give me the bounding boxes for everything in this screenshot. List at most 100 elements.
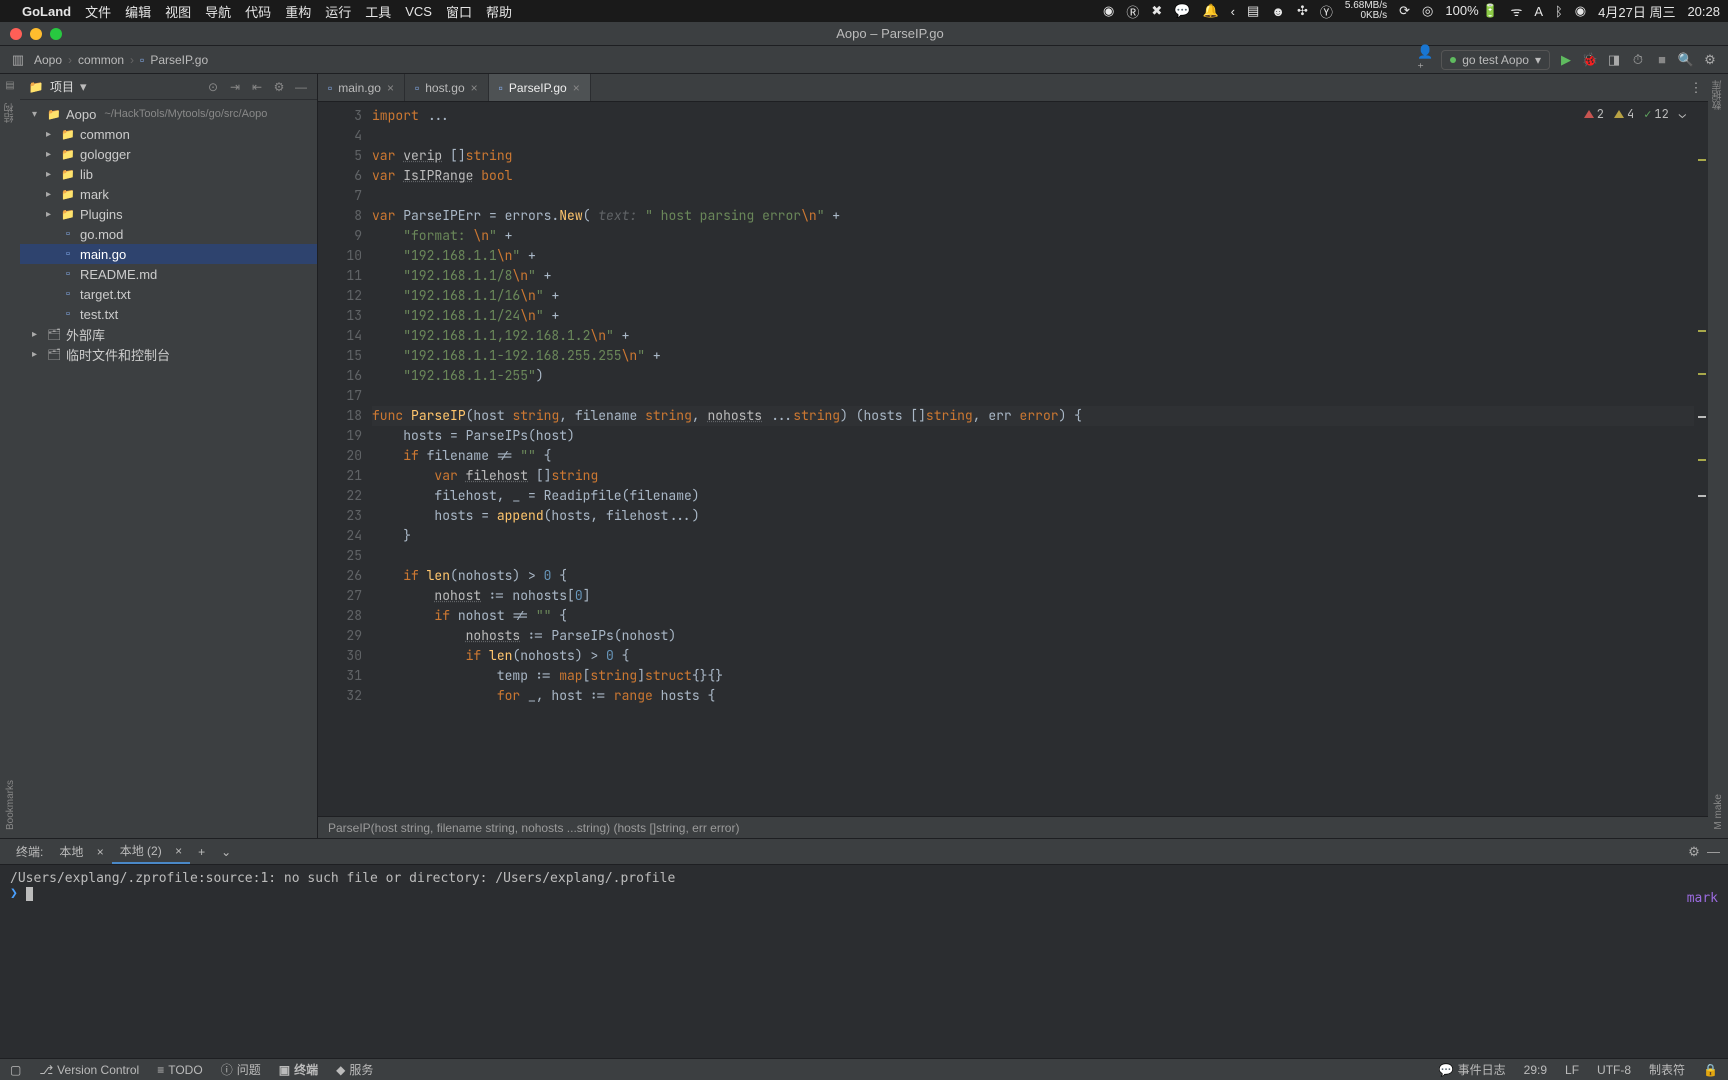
tree-item-mark[interactable]: ▸📁mark xyxy=(20,184,317,204)
code-line[interactable]: if filename != "" { xyxy=(372,446,1694,466)
status-terminal[interactable]: ▣ 终端 xyxy=(279,1061,318,1078)
status-readonly-icon[interactable]: 🔒 xyxy=(1703,1063,1718,1077)
code-line[interactable]: func ParseIP(host string, filename strin… xyxy=(372,406,1694,426)
editor-tab-main.go[interactable]: ▫main.go× xyxy=(318,74,405,101)
status-indent[interactable]: 制表符 xyxy=(1649,1061,1685,1078)
crumb-root[interactable]: Aopo xyxy=(34,53,62,67)
toolwindow-quick-access-icon[interactable]: ▢ xyxy=(10,1063,21,1077)
menu-help[interactable]: 帮助 xyxy=(486,2,512,21)
code-line[interactable] xyxy=(372,126,1694,146)
search-everywhere-icon[interactable]: 🔍 xyxy=(1678,52,1694,68)
collapse-icon[interactable]: ⇤ xyxy=(249,80,265,94)
location-icon[interactable]: ◎ xyxy=(1422,3,1433,19)
tree-item-target.txt[interactable]: ▫target.txt xyxy=(20,284,317,304)
database-stripe-button[interactable]: 数据库 xyxy=(1711,80,1726,110)
menubar-date[interactable]: 4月27日 周三 xyxy=(1598,2,1675,21)
menu-edit[interactable]: 编辑 xyxy=(125,2,151,21)
editor-tab-ParseIP.go[interactable]: ▫ParseIP.go× xyxy=(489,74,591,101)
code-line[interactable]: var IsIPRange bool xyxy=(372,166,1694,186)
code-line[interactable]: "format: \n" + xyxy=(372,226,1694,246)
profile-button[interactable]: ⏱ xyxy=(1630,52,1646,68)
status-services[interactable]: ◆ 服务 xyxy=(336,1061,373,1078)
add-user-icon[interactable]: 👤⁺ xyxy=(1417,52,1433,68)
tree-item-lib[interactable]: ▸📁lib xyxy=(20,164,317,184)
code-editor[interactable]: 2 4 ✓12 ⌄ 345678910111213141516171819202… xyxy=(318,102,1708,816)
code-line[interactable]: var filehost []string xyxy=(372,466,1694,486)
gutter[interactable]: 3456789101112131415161718192021222324252… xyxy=(318,102,372,816)
code-line[interactable] xyxy=(372,186,1694,206)
status-icon[interactable]: ☻ xyxy=(1271,4,1285,19)
menu-view[interactable]: 视图 xyxy=(165,2,191,21)
chevron-down-icon[interactable]: ▾ xyxy=(80,79,87,95)
battery[interactable]: 100% 🔋 xyxy=(1445,3,1498,19)
make-stripe-button[interactable]: M make xyxy=(1713,794,1724,830)
tabs-menu-icon[interactable]: ⋮ xyxy=(1684,74,1708,101)
settings-icon[interactable]: ⚙ xyxy=(1702,52,1718,68)
tab-close-icon[interactable]: × xyxy=(573,81,580,95)
code-line[interactable]: nohost := nohosts[0] xyxy=(372,586,1694,606)
window-minimize[interactable] xyxy=(30,28,42,40)
code-line[interactable]: "192.168.1.1/8\n" + xyxy=(372,266,1694,286)
terminal-settings-icon[interactable]: ⚙ xyxy=(1688,844,1700,860)
code-line[interactable]: "192.168.1.1,192.168.1.2\n" + xyxy=(372,326,1694,346)
code-content[interactable]: import ...var verip []stringvar IsIPRang… xyxy=(372,102,1694,816)
code-line[interactable]: hosts = append(hosts, filehost...) xyxy=(372,506,1694,526)
status-position[interactable]: 29:9 xyxy=(1524,1063,1547,1077)
terminal-tab-2[interactable]: 本地 (2) × xyxy=(112,839,190,864)
menu-tools[interactable]: 工具 xyxy=(365,2,391,21)
notify-icon[interactable]: 🔔 xyxy=(1202,3,1218,19)
tree-item-common[interactable]: ▸📁common xyxy=(20,124,317,144)
code-line[interactable]: "192.168.1.1\n" + xyxy=(372,246,1694,266)
close-icon[interactable]: × xyxy=(175,844,182,858)
menu-vcs[interactable]: VCS xyxy=(405,4,432,19)
menu-window[interactable]: 窗口 xyxy=(446,2,472,21)
bluetooth-icon[interactable]: ᛒ xyxy=(1555,4,1563,19)
expand-icon[interactable]: ⇥ xyxy=(227,80,243,94)
code-line[interactable]: for _, host := range hosts { xyxy=(372,686,1694,706)
tree-item-go.mod[interactable]: ▫go.mod xyxy=(20,224,317,244)
status-problems[interactable]: ⓘ 问题 xyxy=(221,1061,261,1078)
code-line[interactable] xyxy=(372,546,1694,566)
project-stripe-button[interactable]: ▤ xyxy=(5,80,14,91)
status-encoding[interactable]: UTF-8 xyxy=(1597,1063,1631,1077)
status-icon[interactable]: ✖ xyxy=(1151,3,1162,19)
code-line[interactable]: "192.168.1.1-255") xyxy=(372,366,1694,386)
terminal-dropdown[interactable]: ⌄ xyxy=(213,839,239,864)
bookmarks-stripe-button[interactable]: Bookmarks xyxy=(5,780,16,830)
window-maximize[interactable] xyxy=(50,28,62,40)
editor-breadcrumb[interactable]: ParseIP(host string, filename string, no… xyxy=(318,816,1708,838)
settings-icon[interactable]: ⚙ xyxy=(271,80,287,94)
menubar-time[interactable]: 20:28 xyxy=(1687,4,1720,19)
wifi-icon[interactable]: ᯤ xyxy=(1510,2,1522,20)
stage-icon[interactable]: ▤ xyxy=(1247,3,1259,19)
crumb-file[interactable]: ParseIP.go xyxy=(150,53,208,67)
run-configuration-selector[interactable]: go test Aopo ▾ xyxy=(1441,50,1550,70)
menu-run[interactable]: 运行 xyxy=(325,2,351,21)
code-line[interactable]: var ParseIPErr = errors.New( text: " hos… xyxy=(372,206,1694,226)
status-icon[interactable]: Ⓡ xyxy=(1126,2,1139,21)
menu-file[interactable]: 文件 xyxy=(85,2,111,21)
code-line[interactable]: "192.168.1.1/24\n" + xyxy=(372,306,1694,326)
code-line[interactable]: temp := map[string]struct{}{} xyxy=(372,666,1694,686)
tree-item-临时文件和控制台[interactable]: ▸🗂临时文件和控制台 xyxy=(20,344,317,364)
coverage-button[interactable]: ◨ xyxy=(1606,52,1622,68)
toolwindow-toggle-icon[interactable]: ▥ xyxy=(10,52,26,68)
tree-item-gologger[interactable]: ▸📁gologger xyxy=(20,144,317,164)
tab-close-icon[interactable]: × xyxy=(471,81,478,95)
tab-close-icon[interactable]: × xyxy=(387,81,394,95)
status-todo[interactable]: ≡ TODO xyxy=(157,1063,202,1077)
code-line[interactable]: "192.168.1.1-192.168.255.255\n" + xyxy=(372,346,1694,366)
code-line[interactable]: var verip []string xyxy=(372,146,1694,166)
app-name[interactable]: GoLand xyxy=(22,4,71,19)
code-line[interactable]: hosts = ParseIPs(host) xyxy=(372,426,1694,446)
sync-icon[interactable]: ⟳ xyxy=(1399,3,1410,19)
menu-navigate[interactable]: 导航 xyxy=(205,2,231,21)
terminal-tab-1[interactable]: 本地 × xyxy=(51,839,111,864)
structure-stripe-button[interactable]: 结构 xyxy=(3,103,18,123)
window-close[interactable] xyxy=(10,28,22,40)
wechat-icon[interactable]: 💬 xyxy=(1174,3,1190,19)
record-icon[interactable]: ◉ xyxy=(1103,3,1114,19)
terminal-hide-icon[interactable]: — xyxy=(1707,844,1720,859)
code-line[interactable]: filehost, _ = Readipfile(filename) xyxy=(372,486,1694,506)
code-line[interactable]: if len(nohosts) > 0 { xyxy=(372,566,1694,586)
